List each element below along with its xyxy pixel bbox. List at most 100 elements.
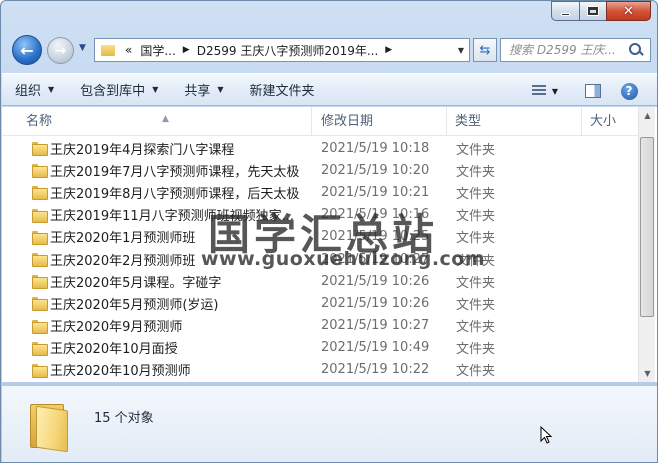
file-type: 文件夹: [456, 320, 496, 336]
search-input[interactable]: [501, 43, 627, 57]
column-date-label: 修改日期: [321, 114, 374, 129]
breadcrumb-separator-icon[interactable]: ▶: [382, 45, 395, 55]
column-name-label: 名称: [26, 114, 53, 129]
file-type: 文件夹: [456, 297, 496, 313]
address-bar[interactable]: « 国学... ▶ D2599 王庆八字预测师2019年... ▶ ▼: [94, 38, 470, 62]
folder-icon: [32, 208, 48, 223]
chevron-down-icon: ▼: [217, 85, 224, 94]
scroll-down-icon[interactable]: ▼: [639, 365, 656, 382]
sort-ascending-icon: ▲: [162, 114, 169, 124]
breadcrumb-current-folder[interactable]: D2599 王庆八字预测师2019年...: [193, 42, 383, 59]
file-date-modified: 2021/5/19 10:49: [321, 340, 430, 356]
explorer-window: ✕ ← → ▼ « 国学... ▶ D2599 王庆八字预测师2019年... …: [0, 0, 658, 463]
refresh-button[interactable]: ⇆: [473, 38, 497, 62]
file-row[interactable]: 王庆2019年4月探索门八字课程 2021/5/19 10:18 文件夹: [2, 137, 638, 159]
column-header-date-modified[interactable]: 修改日期: [312, 107, 447, 136]
organize-menu[interactable]: 组织 ▼: [2, 74, 67, 105]
file-row[interactable]: 王庆2019年7月八字预测师课程，先天太极 2021/5/19 10:20 文件夹: [2, 159, 638, 181]
file-row[interactable]: 王庆2020年10月面授 2021/5/19 10:49 文件夹: [2, 337, 638, 359]
search-icon[interactable]: [627, 41, 645, 59]
view-details-icon: [531, 85, 546, 97]
folder-icon: [32, 142, 48, 156]
folder-icon: [32, 341, 48, 356]
minimize-button[interactable]: [551, 1, 579, 21]
preview-pane-button[interactable]: [582, 80, 604, 102]
chevron-down-icon: ▼: [551, 86, 559, 96]
include-in-library-menu[interactable]: 包含到库中 ▼: [67, 74, 171, 105]
organize-label: 组织: [15, 84, 42, 99]
column-size-label: 大小: [590, 114, 617, 129]
folder-icon: [101, 44, 115, 56]
file-type: 文件夹: [456, 142, 496, 158]
maximize-button[interactable]: [579, 1, 606, 21]
file-name: 王庆2019年4月探索门八字课程: [50, 142, 235, 158]
caption-buttons: ✕: [551, 1, 651, 21]
file-date-modified: 2021/5/19 10:18: [321, 140, 430, 156]
maximize-icon: [587, 6, 599, 16]
file-type: 文件夹: [456, 209, 496, 225]
folder-icon: [32, 275, 48, 290]
column-header-size[interactable]: 大小: [582, 107, 638, 136]
refresh-icon: ⇆: [479, 42, 491, 58]
share-menu[interactable]: 共享 ▼: [171, 74, 236, 105]
details-pane: 15 个对象: [2, 385, 657, 462]
file-type: 文件夹: [456, 231, 496, 247]
back-arrow-icon: ←: [20, 40, 34, 60]
file-row[interactable]: 王庆2020年9月预测师 2021/5/19 10:27 文件夹: [2, 315, 638, 337]
folder-icon: [32, 164, 48, 179]
mouse-pointer-icon: [540, 426, 552, 444]
file-type: 文件夹: [456, 342, 496, 358]
folder-icon: [32, 230, 48, 245]
file-date-modified: 2021/5/19 10:26: [321, 295, 430, 311]
recent-pages-dropdown[interactable]: ▼: [79, 43, 86, 53]
file-date-modified: 2021/5/19 10:27: [321, 318, 430, 334]
back-button[interactable]: ←: [12, 35, 42, 65]
preview-pane-icon: [585, 84, 601, 98]
item-count: 15 个对象: [94, 411, 154, 426]
file-name: 王庆2020年10月面授: [50, 342, 178, 358]
file-name: 王庆2020年5月课程。字碰字: [50, 275, 222, 291]
file-name: 王庆2020年10月预测师: [50, 364, 191, 380]
column-header-type[interactable]: 类型: [447, 107, 582, 136]
file-row[interactable]: 王庆2020年5月课程。字碰字 2021/5/19 10:26 文件夹: [2, 270, 638, 292]
new-folder-button[interactable]: 新建文件夹: [237, 74, 328, 105]
file-name: 王庆2019年8月八字预测师课程，后天太极: [50, 186, 300, 202]
share-label: 共享: [184, 84, 211, 99]
file-type: 文件夹: [456, 164, 496, 180]
help-button[interactable]: ?: [618, 80, 640, 102]
close-button[interactable]: ✕: [606, 1, 651, 21]
file-type: 文件夹: [456, 364, 496, 380]
file-date-modified: 2021/5/19 10:21: [321, 184, 430, 200]
folder-icon: [32, 319, 48, 334]
folder-large-icon: [28, 402, 68, 453]
file-row[interactable]: 王庆2020年5月预测师(岁运) 2021/5/19 10:26 文件夹: [2, 292, 638, 314]
scroll-thumb[interactable]: [640, 137, 654, 317]
column-header-name[interactable]: ▲ 名称: [2, 107, 312, 136]
search-box[interactable]: [500, 38, 651, 62]
forward-arrow-icon: →: [54, 42, 67, 59]
column-header-row: ▲ 名称 修改日期 类型 大小: [2, 107, 638, 136]
forward-button[interactable]: →: [47, 37, 74, 64]
command-bar: 组织 ▼ 包含到库中 ▼ 共享 ▼ 新建文件夹 ▼ ?: [2, 73, 657, 106]
breadcrumb-separator-icon[interactable]: ▶: [180, 45, 193, 55]
folder-icon: [32, 363, 48, 378]
column-type-label: 类型: [455, 114, 482, 129]
file-type: 文件夹: [456, 275, 496, 291]
folder-icon: [32, 186, 48, 201]
file-row[interactable]: 王庆2020年10月预测师 2021/5/19 10:22 文件夹: [2, 359, 638, 381]
watermark-url: www.guoxuehuizong.com: [201, 248, 486, 270]
breadcrumb-guoxue[interactable]: 国学...: [136, 42, 179, 59]
include-in-library-label: 包含到库中: [80, 84, 146, 99]
file-name: 王庆2020年9月预测师: [50, 320, 183, 336]
file-date-modified: 2021/5/19 10:20: [321, 162, 430, 178]
chevron-down-icon: ▼: [48, 85, 55, 94]
vertical-scrollbar[interactable]: ▲ ▼: [638, 107, 655, 382]
close-icon: ✕: [623, 3, 634, 19]
change-view-button[interactable]: ▼: [525, 80, 565, 102]
address-overflow[interactable]: «: [121, 43, 136, 57]
new-folder-label: 新建文件夹: [249, 84, 315, 99]
folder-icon: [32, 252, 48, 267]
file-name: 王庆2019年7月八字预测师课程，先天太极: [50, 164, 300, 180]
scroll-up-icon[interactable]: ▲: [639, 107, 656, 124]
address-dropdown-icon[interactable]: ▼: [453, 46, 469, 55]
